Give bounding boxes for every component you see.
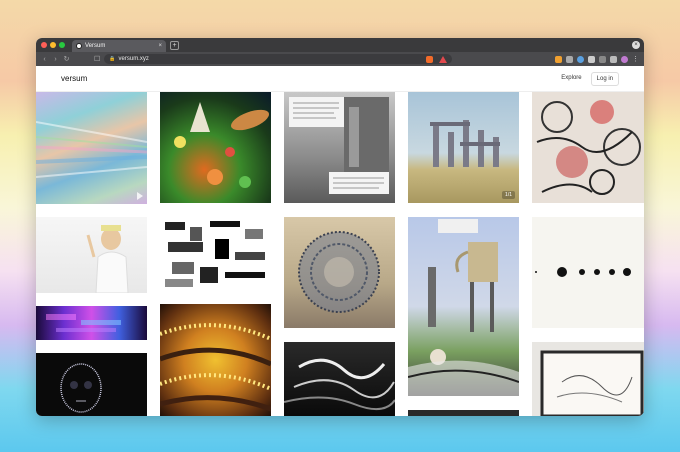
artwork-gallery: 1/1 [36,92,644,416]
orb-shape [298,231,380,313]
artwork-orb-sculpture[interactable] [284,217,395,328]
minimize-window-dot[interactable] [50,42,56,48]
extension-icon[interactable] [566,55,573,63]
browser-toolbar: ‹ › ↻ ☐ 🔒 versum.xyz ⋮ [36,52,644,66]
ruins-structure [430,120,500,167]
back-icon[interactable]: ‹ [41,56,48,63]
glitch-noise [46,314,121,332]
wave-lines [284,358,395,411]
extension-settings-icon[interactable] [588,55,595,63]
address-bar[interactable]: 🔒 versum.xyz [104,54,453,64]
holographic-streaks [36,121,147,178]
site-logo[interactable]: versum [61,74,87,83]
artwork-ink-faces[interactable] [532,92,644,203]
tab-close-icon[interactable]: × [158,43,162,49]
reload-icon[interactable]: ↻ [63,55,70,63]
brave-shield-icon[interactable] [426,55,434,63]
explore-link[interactable]: Explore [556,72,586,86]
artwork-dark-strip[interactable] [408,410,519,416]
artwork-white-figure[interactable] [36,217,147,293]
pixel-noise-pattern [165,221,265,287]
login-button[interactable]: Log in [590,71,619,86]
menu-icon[interactable]: ⋮ [632,55,639,63]
url-text[interactable]: versum.xyz [119,56,149,62]
site-nav: Explore Log in [556,71,619,86]
forest-shapes [174,102,269,188]
browser-tab[interactable]: Versum × [72,40,166,52]
artwork-pixel-noise[interactable] [160,217,271,291]
close-window-dot[interactable] [41,42,47,48]
extensions-row: ⋮ [555,55,639,63]
forward-icon[interactable]: › [52,56,59,63]
profile-avatar-icon[interactable] [621,55,628,63]
artwork-framed-sketch[interactable] [532,342,644,416]
brave-rewards-icon[interactable] [439,55,448,63]
artwork-purple-glitch[interactable] [36,306,147,340]
teapot-collage [408,219,519,396]
site-header: versum Explore Log in [36,66,644,92]
artwork-yellow-dots-warp[interactable] [160,304,271,416]
artwork-holographic[interactable] [36,92,147,204]
new-tab-button[interactable]: + [170,41,179,50]
artwork-street-text-collage[interactable] [284,92,395,203]
window-controls [41,42,65,48]
lock-icon: 🔒 [109,56,116,62]
metamask-icon[interactable] [555,55,562,63]
versum-favicon-icon [76,43,82,49]
artwork-teapot-tower[interactable] [408,217,519,396]
bookmark-icon[interactable]: ☐ [94,55,100,63]
artwork-dots-minimal[interactable] [532,217,644,328]
sidebar-icon[interactable] [610,55,617,63]
ink-faces-pattern [536,100,641,195]
puzzle-icon[interactable] [599,55,606,63]
extension-blue-icon[interactable] [577,55,584,63]
artwork-skull-glitch[interactable] [36,353,147,416]
tab-title: Versum [85,43,106,49]
video-play-icon [137,192,143,200]
skull-sketch [60,363,102,413]
edition-badge: 1/1 [502,191,515,199]
figure-sketch [86,225,129,293]
browser-window: Versum × + × ‹ › ↻ ☐ 🔒 versum.xyz ⋮ vers… [36,38,644,416]
tab-bar: Versum × + × [36,38,644,52]
browser-close-icon[interactable]: × [632,41,640,49]
artwork-mono-waves[interactable] [284,342,395,416]
maximize-window-dot[interactable] [59,42,65,48]
artwork-ruins-desert[interactable]: 1/1 [408,92,519,203]
warped-dots [160,323,271,412]
dots-row [535,267,631,277]
framed-sketch [540,350,644,416]
street-collage [289,97,389,194]
artwork-forest-creatures[interactable] [160,92,271,203]
